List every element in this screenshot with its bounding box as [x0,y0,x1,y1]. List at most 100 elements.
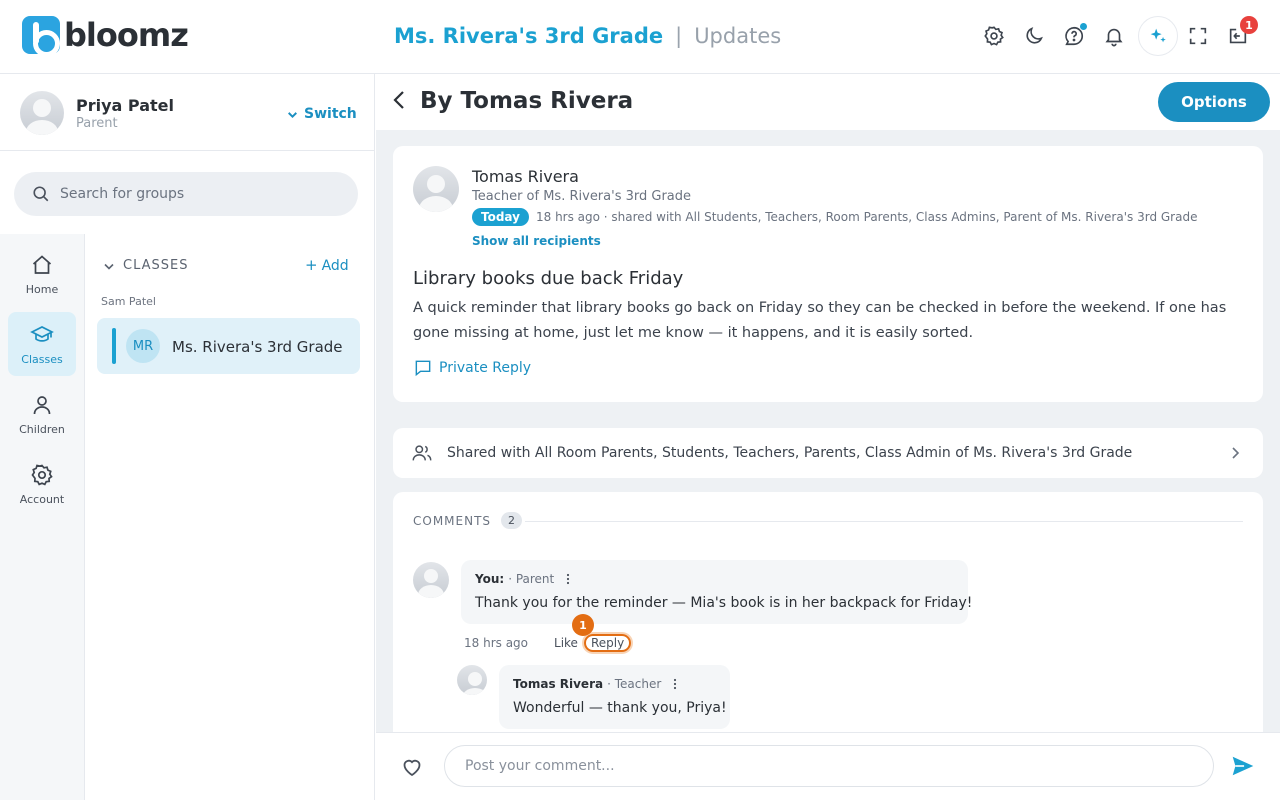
shared-with-row[interactable]: Shared with All Room Parents, Students, … [393,428,1263,478]
class-avatar: MR [126,329,160,363]
bloomz-logo-mark [22,16,60,57]
fullscreen-button[interactable] [1176,14,1220,58]
reply-bubble: Tomas Rivera · Teacher Wonderful — thank… [499,665,730,729]
post-author[interactable]: Tomas Rivera [472,167,579,186]
breadcrumb-class[interactable]: Ms. Rivera's 3rd Grade [394,22,663,50]
messages-badge: 1 [1240,16,1258,34]
options-button[interactable]: Options [1158,82,1270,122]
nav-children-label: Children [19,422,65,436]
messages-button[interactable]: 1 [1216,14,1260,58]
chat-bubble-icon [415,360,431,377]
commenter-avatar[interactable] [413,562,449,598]
breadcrumb: Ms. Rivera's 3rd Grade | Updates [394,22,781,50]
send-icon[interactable] [1230,753,1256,779]
bell-icon [1105,28,1123,47]
back-arrow-icon[interactable] [388,88,412,112]
heart-icon[interactable] [400,755,424,779]
classes-icon [30,325,54,342]
reply-button[interactable]: 1 Reply [571,614,632,652]
more-vertical-icon[interactable] [669,678,681,690]
add-class-button[interactable]: + Add [305,256,349,274]
reply-author: Tomas Rivera [513,677,604,691]
divider [525,521,1243,522]
classes-section-toggle[interactable]: CLASSES [103,258,188,273]
nav-classes-label: Classes [21,352,63,366]
comments-header: COMMENTS 2 [413,512,523,529]
help-button[interactable] [1052,14,1096,58]
bloomz-logo[interactable]: bloomz [22,16,189,57]
private-reply-label: Private Reply [439,360,532,376]
comment-composer [376,732,1280,800]
post-author-subtitle: Teacher of Ms. Rivera's 3rd Grade [472,189,692,204]
breadcrumb-separator: | [675,24,683,48]
post-body: A quick reminder that library books go b… [413,300,1227,341]
nav-classes[interactable]: Classes [8,312,76,376]
private-reply-button[interactable]: Private Reply [413,358,531,378]
nav-account[interactable]: Account [8,452,76,516]
step-marker: 1 [571,614,594,636]
comment-role: · Parent [508,572,555,586]
search-input[interactable] [60,186,340,202]
user-profile: Priya Patel Parent Switch [0,74,375,151]
chevron-down-icon [104,263,114,270]
gear-icon [31,464,53,485]
comment-bubble: You: · Parent Thank you for the reminder… [461,560,972,624]
ai-assistant-button[interactable] [1138,16,1178,56]
left-panel: Priya Patel Parent Switch Home Classes C… [0,74,375,800]
settings-button[interactable] [972,14,1016,58]
add-label: Add [321,258,349,274]
switch-account-button[interactable]: Switch [286,106,357,122]
author-avatar[interactable] [413,166,459,212]
active-indicator [112,328,116,364]
post-meta: Today 18 hrs ago · shared with All Stude… [472,208,1197,226]
dark-mode-button[interactable] [1012,14,1056,58]
more-vertical-icon[interactable] [562,573,574,585]
sparkle-icon [1150,28,1166,43]
nav-rail: Home Classes Children Account [0,234,85,800]
gear-icon [984,26,1004,46]
reply-text: Wonderful — thank you, Priya! [513,700,727,716]
comment-author: You: [475,572,505,586]
comments-card: COMMENTS 2 You: · Parent Thank you for t… [393,492,1263,752]
content-header: By Tomas Rivera Options [376,74,1280,130]
like-button[interactable]: Like [554,636,578,650]
reply-label: Reply [590,636,625,650]
chevron-down-icon [288,111,297,118]
help-status-dot [1079,22,1088,31]
chevron-right-icon [1232,447,1240,459]
bloomz-logo-text: bloomz [64,16,189,54]
expand-icon [1189,27,1207,45]
notifications-button[interactable] [1092,14,1136,58]
nav-home[interactable]: Home [8,242,76,306]
home-icon [32,254,52,274]
user-role: Parent [76,116,118,131]
reply-author-avatar[interactable] [457,665,487,695]
comment-actions: 18 hrs ago Like 1 Reply [464,614,632,652]
class-name: Ms. Rivera's 3rd Grade [172,338,343,356]
shared-with-text: Shared with All Room Parents, Students, … [447,445,1133,461]
nav-children[interactable]: Children [8,382,76,446]
top-bar: bloomz Ms. Rivera's 3rd Grade | Updates … [0,0,1280,74]
nav-home-label: Home [25,282,59,296]
user-avatar[interactable] [20,91,64,135]
class-item[interactable]: MR Ms. Rivera's 3rd Grade [97,318,360,374]
comment-time: 18 hrs ago [464,636,529,650]
show-all-recipients-link[interactable]: Show all recipients [472,234,601,248]
people-icon [412,445,432,461]
search-icon [33,186,49,202]
comment-text: Thank you for the reminder — Mia's book … [475,595,973,611]
classes-panel: CLASSES + Add Sam Patel MR Ms. Rivera's 3… [85,234,375,800]
group-owner-label: Sam Patel [101,295,156,308]
comment-input[interactable] [444,745,1214,787]
switch-label: Switch [304,106,357,122]
comments-count: 2 [501,512,523,529]
group-search[interactable] [14,172,358,216]
plus-icon: + [305,256,318,274]
top-toolbar: 1 [976,14,1260,58]
reply-author-line: Tomas Rivera · Teacher [513,677,681,691]
reply-role: · Teacher [607,677,662,691]
moon-icon [1026,27,1043,44]
post-meta-text: 18 hrs ago · shared with All Students, T… [535,210,1198,224]
day-badge: Today [472,208,529,226]
main-content: By Tomas Rivera Options Tomas Rivera Tea… [376,74,1280,800]
